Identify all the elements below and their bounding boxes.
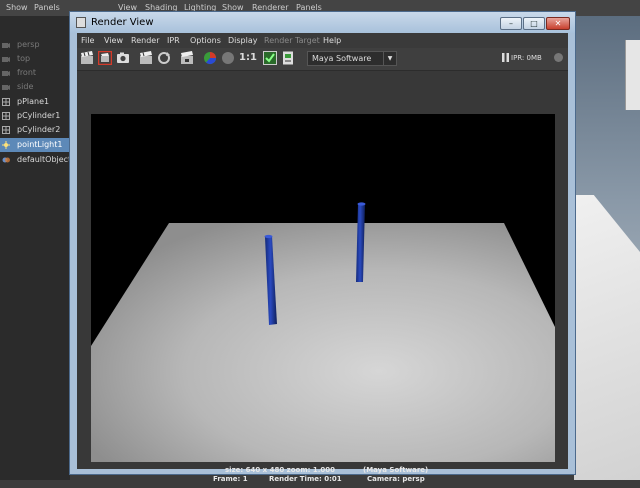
render-view-app-icon (76, 17, 86, 28)
camera-icon (2, 43, 10, 48)
pause-icon[interactable] (502, 53, 509, 62)
camera-readout: Camera: persp (367, 475, 425, 483)
renderer-dropdown[interactable]: Maya Software ▼ (307, 51, 397, 66)
outliner-item-label: front (17, 68, 37, 77)
menu-display[interactable]: Display (228, 36, 258, 45)
window-titlebar[interactable]: Render View – □ ✕ (70, 12, 575, 33)
outliner-item-label: pointLight1 (17, 140, 63, 149)
menu-view[interactable]: View (104, 36, 123, 45)
menu-render-target[interactable]: Render Target (264, 36, 320, 45)
remove-image-icon[interactable] (281, 51, 295, 65)
outliner-item-pointlight1[interactable]: pointLight1 (0, 138, 70, 152)
outliner-panel: persp top front side pPlane1 pCylinder1 … (0, 16, 70, 480)
close-button[interactable]: ✕ (546, 17, 570, 30)
refresh-icon[interactable] (157, 51, 171, 65)
viewport-object (625, 40, 640, 110)
rendered-image[interactable] (91, 114, 555, 462)
menu-ipr[interactable]: IPR (167, 36, 180, 45)
outliner-item-label: pPlane1 (17, 97, 50, 106)
clapboard-icon[interactable] (80, 51, 94, 65)
window-title: Render View (91, 17, 154, 28)
outliner-item-front[interactable]: front (0, 66, 70, 80)
render-view-window: Render View – □ ✕ File View Render IPR O… (69, 11, 576, 483)
outliner-item-label: persp (17, 40, 40, 49)
menu-file[interactable]: File (81, 36, 94, 45)
outliner-item-label: top (17, 54, 31, 63)
window-client: File View Render IPR Options Display Ren… (77, 33, 568, 483)
alpha-channel-icon[interactable] (221, 51, 235, 65)
mesh-icon (2, 98, 10, 106)
camera-icon (2, 71, 10, 76)
camera-icon (2, 57, 10, 62)
ipr-status-indicator-icon (554, 53, 563, 62)
ipr-memory-readout: IPR: 0MB (511, 54, 542, 62)
chevron-down-icon: ▼ (383, 52, 396, 65)
rendered-plane (91, 223, 555, 462)
outliner-item-label: side (17, 82, 34, 91)
menu-options[interactable]: Options (190, 36, 221, 45)
render-view-toolbar: 1:1 Maya Software ▼ IPR: 0MB (77, 48, 568, 71)
renderer-readout: (Maya Software) (363, 466, 429, 474)
outliner-item-label: pCylinder1 (17, 111, 61, 120)
outliner-item-label: defaultObjectSet (17, 155, 70, 164)
snapshot-icon[interactable] (116, 51, 130, 65)
outliner-item-side[interactable]: side (0, 80, 70, 94)
frame-readout: Frame: 1 (213, 475, 248, 483)
render-view-menubar: File View Render IPR Options Display Ren… (77, 33, 568, 48)
outliner-item-top[interactable]: top (0, 52, 70, 66)
outliner-item-label: pCylinder2 (17, 125, 61, 134)
color-channels-icon[interactable] (203, 51, 217, 65)
render-time-readout: Render Time: 0:01 (269, 475, 342, 483)
render-info-bar: size: 640 x 480 zoom: 1.000 (Maya Softwa… (77, 464, 568, 488)
one-to-one-button[interactable]: 1:1 (239, 51, 257, 65)
clapboard-region-icon[interactable] (180, 51, 194, 65)
outliner-item-pcylinder2[interactable]: pCylinder2 (0, 123, 70, 137)
mesh-icon (2, 126, 10, 134)
bg-menu-panels[interactable]: Panels (34, 3, 60, 12)
outliner-item-persp[interactable]: persp (0, 38, 70, 52)
set-icon (2, 157, 10, 163)
outliner-item-pplane1[interactable]: pPlane1 (0, 95, 70, 109)
ipr-render-icon[interactable] (139, 51, 153, 65)
outliner-item-defaultobjectset[interactable]: defaultObjectSet (0, 153, 70, 167)
keep-image-icon[interactable] (263, 51, 277, 65)
maximize-button[interactable]: □ (523, 17, 545, 30)
menu-help[interactable]: Help (323, 36, 341, 45)
outliner-item-pcylinder1[interactable]: pCylinder1 (0, 109, 70, 123)
redo-render-icon[interactable] (98, 51, 112, 65)
mesh-icon (2, 112, 10, 120)
menu-render[interactable]: Render (131, 36, 159, 45)
camera-icon (2, 85, 10, 90)
light-icon (2, 141, 10, 149)
bg-menu-show[interactable]: Show (6, 3, 28, 12)
image-size-readout: size: 640 x 480 zoom: 1.000 (225, 466, 336, 474)
render-image-panel[interactable]: size: 640 x 480 zoom: 1.000 (Maya Softwa… (77, 71, 568, 483)
renderer-selected-value: Maya Software (312, 54, 372, 63)
minimize-button[interactable]: – (500, 17, 522, 30)
